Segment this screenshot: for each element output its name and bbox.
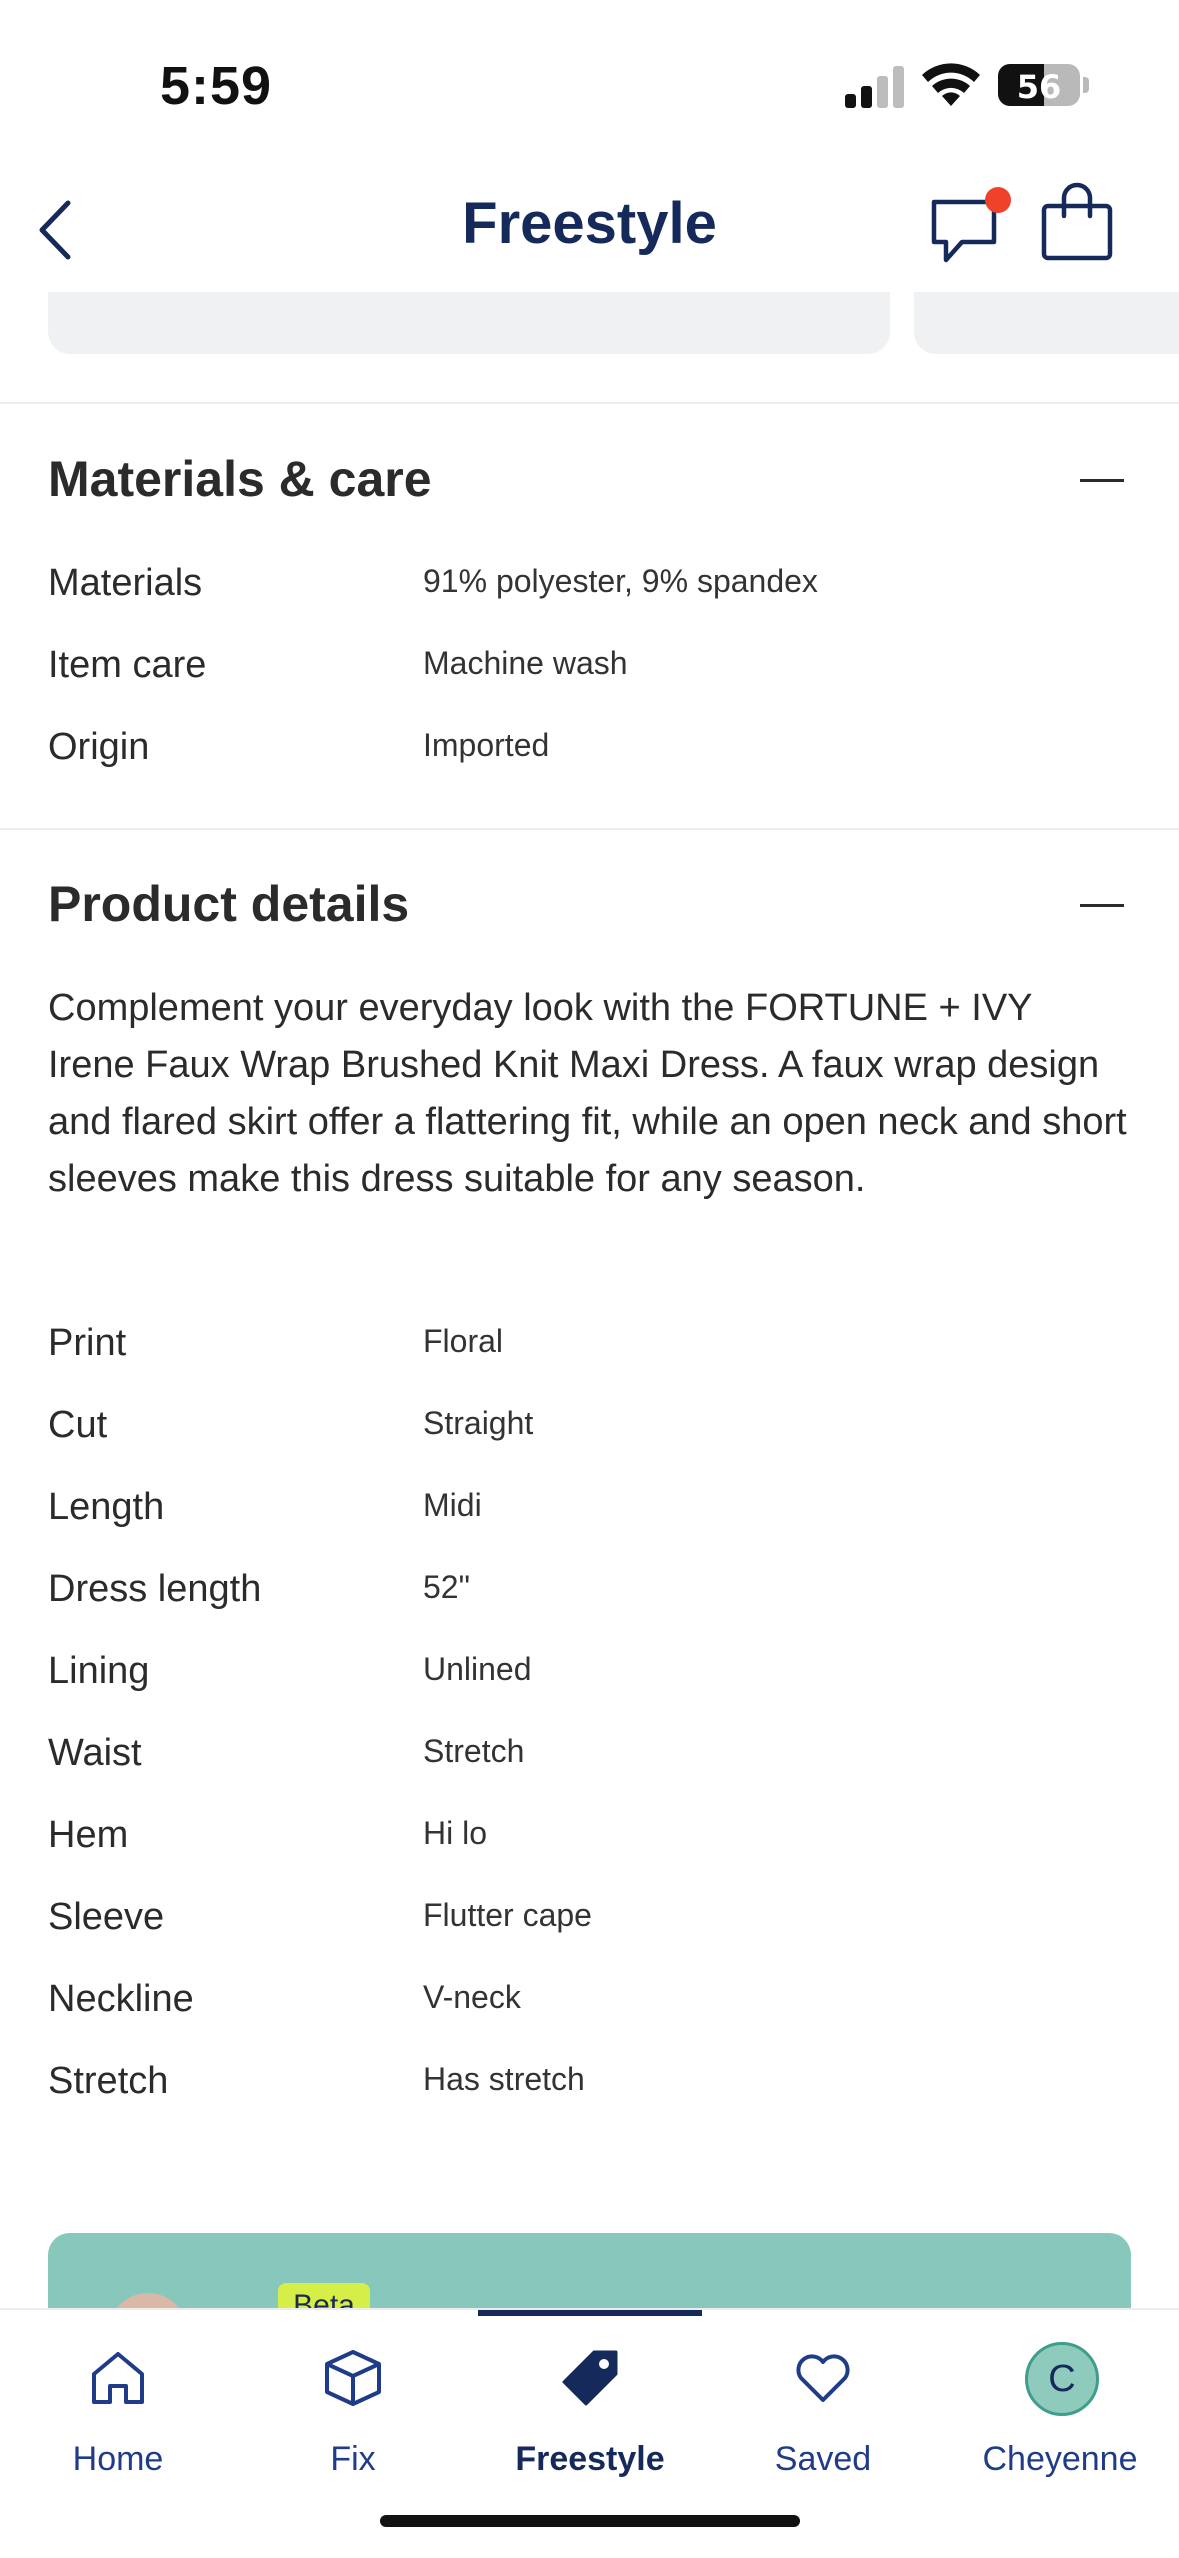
avatar: C <box>1025 2342 1099 2416</box>
tab-freestyle[interactable]: Freestyle <box>480 2330 700 2480</box>
sleeve-label: Sleeve <box>48 1896 165 1938</box>
stretch-value: Has stretch <box>423 2061 585 2097</box>
hem-value: Hi lo <box>423 1815 488 1851</box>
messages-icon[interactable] <box>928 180 1018 270</box>
stretch-label: Stretch <box>48 2060 169 2102</box>
length-label: Length <box>48 1486 165 1528</box>
dress-length-value: 52" <box>423 1569 470 1605</box>
tab-freestyle-label: Freestyle <box>515 2440 665 2478</box>
notification-dot <box>985 187 1011 213</box>
print-value: Floral <box>423 1323 504 1359</box>
cut-value: Straight <box>423 1405 534 1441</box>
cellular-signal-icon <box>845 66 904 108</box>
materials-care-heading: Materials & care <box>48 451 432 507</box>
home-indicator[interactable] <box>380 2515 800 2527</box>
sleeve-value: Flutter cape <box>423 1897 592 1933</box>
length-value: Midi <box>423 1487 482 1523</box>
collapse-product-details-icon[interactable] <box>1080 904 1124 907</box>
materials-value: 91% polyester, 9% spandex <box>423 563 818 599</box>
item-care-label: Item care <box>48 644 207 686</box>
waist-label: Waist <box>48 1732 142 1774</box>
top-app-bar: Freestyle <box>0 160 1179 288</box>
item-care-value: Machine wash <box>423 645 628 681</box>
heart-icon <box>796 2354 850 2402</box>
battery-icon: 56 <box>998 64 1080 106</box>
dress-length-label: Dress length <box>48 1568 262 1610</box>
tab-profile[interactable]: C Cheyenne <box>950 2330 1170 2480</box>
tag-icon <box>562 2350 618 2406</box>
waist-value: Stretch <box>423 1733 525 1769</box>
neckline-label: Neckline <box>48 1978 194 2020</box>
active-tab-indicator <box>478 2310 702 2316</box>
divider <box>0 402 1179 404</box>
home-icon <box>92 2352 144 2404</box>
box-icon <box>325 2350 381 2406</box>
print-label: Print <box>48 1322 127 1364</box>
materials-label: Materials <box>48 562 203 604</box>
product-description: Complement your everyday look with the F… <box>48 987 1127 1200</box>
neckline-value: V-neck <box>423 1979 521 2015</box>
tab-saved-label: Saved <box>774 2440 872 2478</box>
divider <box>0 828 1179 830</box>
status-bar: 5:59 56 <box>0 0 1179 160</box>
carousel-card[interactable] <box>914 292 1179 354</box>
wifi-icon <box>922 63 980 106</box>
battery-percent: 56 <box>1016 68 1062 106</box>
lining-value: Unlined <box>423 1651 532 1687</box>
carousel-card[interactable] <box>48 292 890 354</box>
collapse-materials-icon[interactable] <box>1080 479 1124 482</box>
origin-label: Origin <box>48 726 150 768</box>
tab-fix[interactable]: Fix <box>243 2330 463 2480</box>
tab-home-label: Home <box>72 2440 164 2478</box>
origin-value: Imported <box>423 727 550 763</box>
tab-saved[interactable]: Saved <box>713 2330 933 2480</box>
hem-label: Hem <box>48 1814 129 1856</box>
battery-cap <box>1083 77 1089 93</box>
status-time: 5:59 <box>160 56 273 116</box>
lining-label: Lining <box>48 1650 150 1692</box>
tab-profile-label: Cheyenne <box>982 2440 1138 2478</box>
tab-fix-label: Fix <box>330 2440 376 2478</box>
cut-label: Cut <box>48 1404 108 1446</box>
product-details-heading: Product details <box>48 876 410 932</box>
shopping-bag-icon[interactable] <box>1040 182 1114 262</box>
tab-home[interactable]: Home <box>8 2330 228 2480</box>
